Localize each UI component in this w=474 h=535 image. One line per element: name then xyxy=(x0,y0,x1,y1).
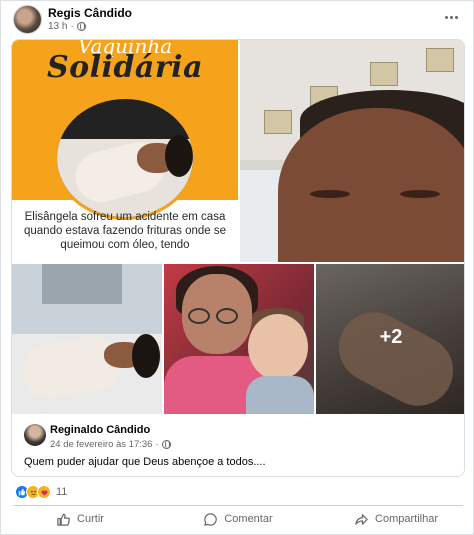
author-avatar[interactable] xyxy=(13,5,42,34)
thumbs-up-icon xyxy=(57,513,70,526)
more-photos-count: +2 xyxy=(379,326,403,348)
actions-divider xyxy=(13,505,463,506)
shared-author-name[interactable]: Reginaldo Cândido xyxy=(50,424,150,436)
globe-icon xyxy=(76,22,86,31)
reactions-summary[interactable]: 11 xyxy=(15,483,67,501)
share-label: Compartilhar xyxy=(375,513,438,525)
shared-meta-separator: · xyxy=(155,439,159,450)
flyer-caption: Elisângela sofreu um acidente em casa qu… xyxy=(23,211,227,251)
photo-patient-face[interactable] xyxy=(240,40,464,262)
like-label: Curtir xyxy=(77,513,104,525)
more-options-icon[interactable] xyxy=(439,7,463,27)
like-button[interactable]: Curtir xyxy=(1,507,159,531)
post-meta: 13 h · xyxy=(48,21,86,32)
meta-separator: · xyxy=(70,21,74,32)
care-reaction-icon xyxy=(37,485,51,499)
shared-post-date[interactable]: 24 de fevereiro às 17:36 xyxy=(50,439,152,450)
photo-flyer[interactable]: Vaquinha Solidária Elisângela sofreu um … xyxy=(12,40,238,262)
reaction-count: 11 xyxy=(56,486,68,498)
shared-author-avatar[interactable] xyxy=(24,424,46,446)
share-button[interactable]: Compartilhar xyxy=(317,507,474,531)
shared-post-meta: 24 de fevereiro às 17:36 · xyxy=(50,439,171,450)
post-time[interactable]: 13 h xyxy=(48,21,67,32)
author-name[interactable]: Regis Cândido xyxy=(48,6,132,20)
post-actions: Curtir Comentar Compartilhar xyxy=(1,507,474,531)
shared-post-text: Quem puder ajudar que Deus abençoe a tod… xyxy=(24,456,266,468)
share-icon xyxy=(355,513,368,525)
globe-icon xyxy=(161,440,171,449)
photo-hospital-bed[interactable] xyxy=(12,264,162,414)
post-header: Regis Cândido 13 h · xyxy=(1,1,474,37)
comment-icon xyxy=(204,512,218,526)
comment-label: Comentar xyxy=(224,513,273,525)
flyer-title-main: Solidária xyxy=(46,50,204,85)
shared-post-info: Reginaldo Cândido 24 de fevereiro às 17:… xyxy=(12,416,464,476)
shared-post[interactable]: Vaquinha Solidária Elisângela sofreu um … xyxy=(11,39,465,477)
photo-more[interactable]: +2 xyxy=(316,264,464,414)
flyer-patient-photo xyxy=(54,96,196,220)
post-card: Regis Cândido 13 h · Vaquinha Solidária … xyxy=(0,0,474,535)
comment-button[interactable]: Comentar xyxy=(159,507,317,531)
photo-mother-child[interactable] xyxy=(164,264,314,414)
